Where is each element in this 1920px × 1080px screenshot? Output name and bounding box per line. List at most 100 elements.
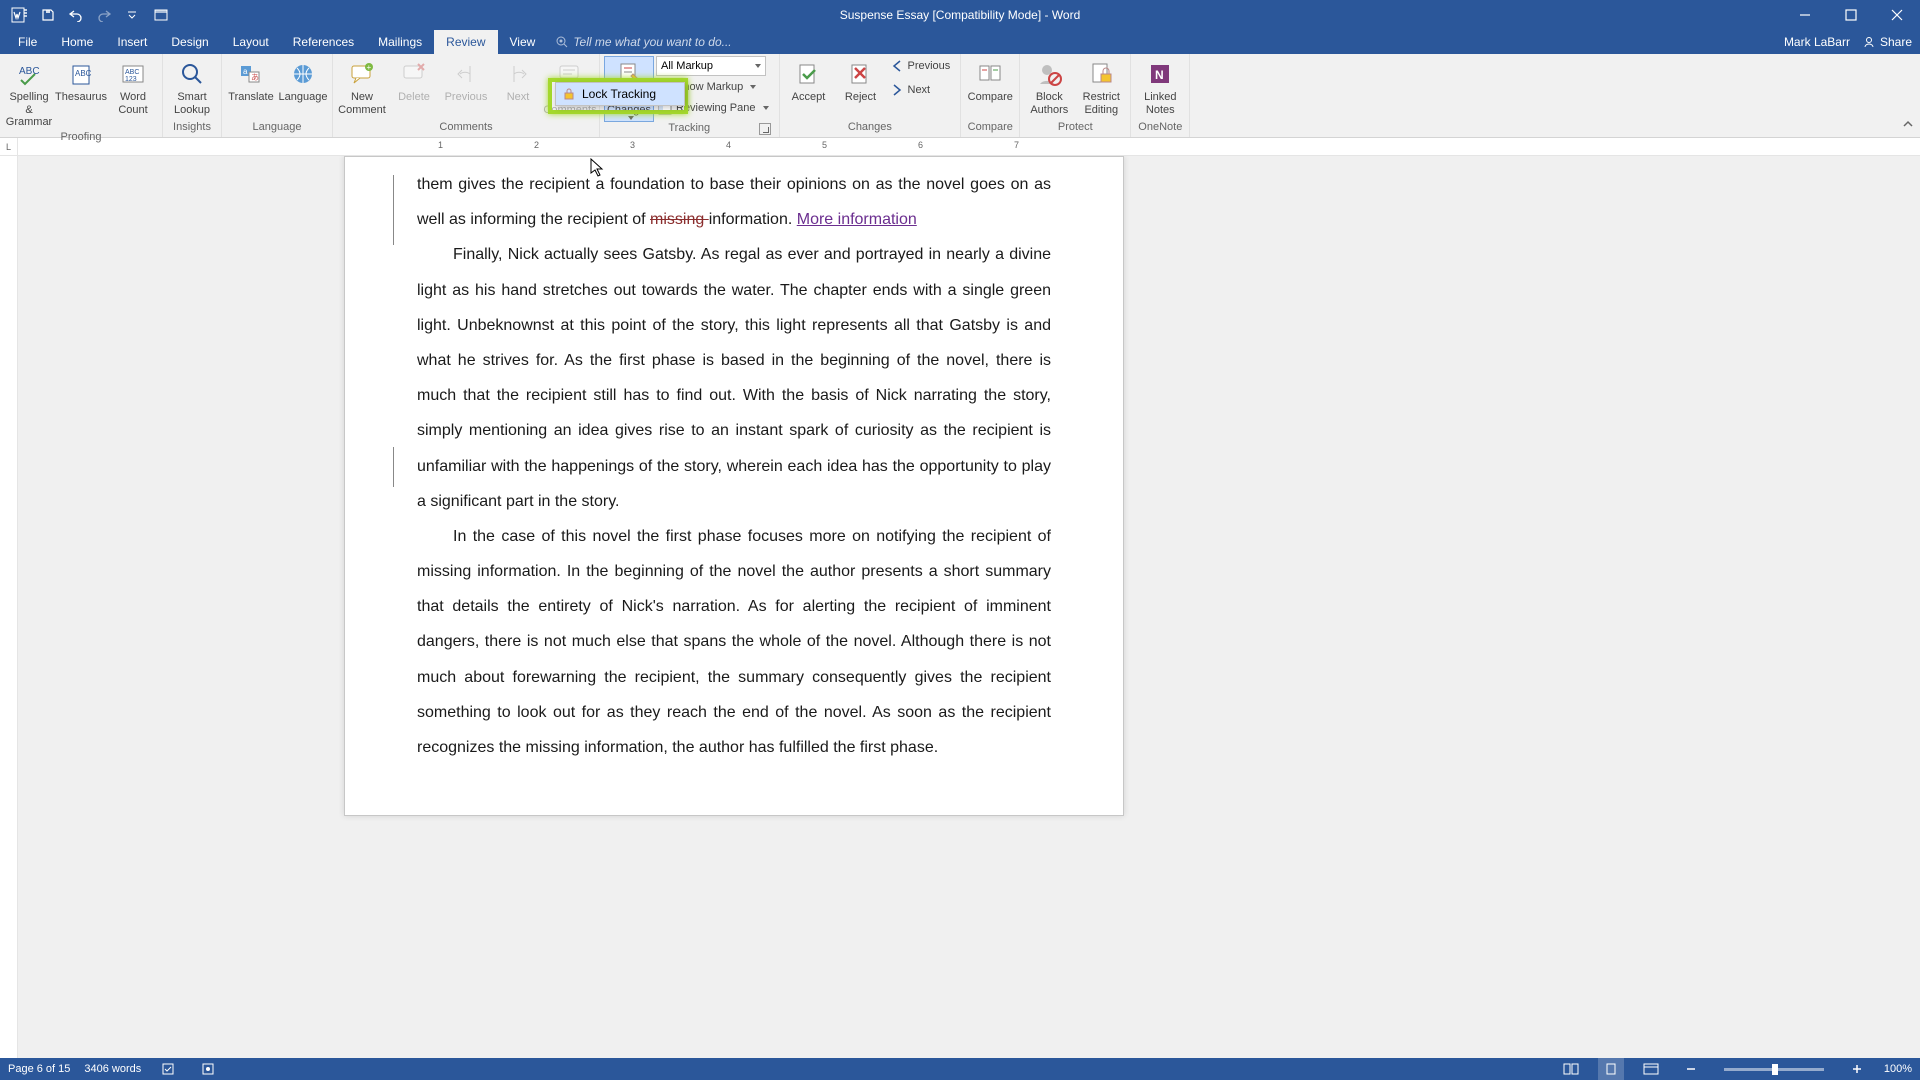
print-layout-button[interactable]: [1598, 1058, 1624, 1080]
word-count-button[interactable]: ABC123 Word Count: [108, 56, 158, 118]
tell-me-input[interactable]: [573, 35, 773, 49]
spellcheck-icon: ABC: [15, 58, 43, 90]
paragraph[interactable]: them gives the recipient a foundation to…: [417, 167, 1051, 237]
maximize-button[interactable]: [1828, 0, 1874, 30]
macro-status-icon[interactable]: [195, 1058, 221, 1080]
translate-button[interactable]: aあ Translate: [226, 56, 276, 106]
group-label-comments: Comments: [337, 121, 595, 137]
new-comment-icon: +: [348, 58, 376, 90]
compare-icon: [976, 58, 1004, 90]
tab-file[interactable]: File: [6, 30, 49, 54]
delete-comment-icon: [400, 58, 428, 90]
thesaurus-button[interactable]: ABC Thesaurus: [56, 56, 106, 106]
svg-text:ABC: ABC: [19, 66, 40, 77]
vertical-ruler[interactable]: [0, 156, 18, 1058]
previous-comment-icon: [454, 58, 478, 90]
markup-mode-select[interactable]: All Markup: [656, 56, 766, 76]
user-name[interactable]: Mark LaBarr: [1784, 35, 1850, 49]
hyperlink-more-information[interactable]: More information: [797, 211, 917, 228]
group-label-tracking: Tracking: [604, 122, 775, 137]
previous-comment-button: Previous: [441, 56, 491, 106]
chevron-down-icon: [755, 64, 761, 68]
status-page[interactable]: Page 6 of 15: [8, 1063, 70, 1075]
svg-text:ABC: ABC: [125, 69, 139, 76]
menu-item-lock-tracking[interactable]: Lock Tracking: [556, 83, 684, 105]
undo-icon[interactable]: [64, 3, 88, 27]
share-button[interactable]: Share: [1862, 35, 1912, 49]
tab-design[interactable]: Design: [159, 30, 220, 54]
next-comment-icon: [506, 58, 530, 90]
translate-icon: aあ: [237, 58, 265, 90]
read-mode-button[interactable]: [1558, 1058, 1584, 1080]
chevron-down-icon: [750, 85, 756, 89]
tab-view[interactable]: View: [498, 30, 548, 54]
compare-button[interactable]: Compare: [965, 56, 1015, 106]
zoom-out-button[interactable]: [1678, 1058, 1704, 1080]
next-comment-button: Next: [493, 56, 543, 106]
chevron-down-icon: [763, 106, 769, 110]
spelling-grammar-button[interactable]: ABC Spelling & Grammar: [4, 56, 54, 131]
reject-icon: [847, 58, 875, 90]
next-icon: [890, 83, 904, 97]
paragraph[interactable]: Finally, Nick actually sees Gatsby. As r…: [417, 237, 1051, 519]
language-button[interactable]: Language: [278, 56, 328, 106]
restrict-editing-icon: [1087, 58, 1115, 90]
tab-home[interactable]: Home: [49, 30, 105, 54]
revision-mark: [393, 175, 394, 245]
redo-icon[interactable]: [92, 3, 116, 27]
window-title: Suspense Essay [Compatibility Mode] - Wo…: [840, 8, 1081, 22]
document-page[interactable]: them gives the recipient a foundation to…: [344, 156, 1124, 816]
tracking-dialog-launcher[interactable]: [759, 123, 771, 135]
group-label-protect: Protect: [1024, 121, 1126, 137]
minimize-button[interactable]: [1782, 0, 1828, 30]
tab-insert[interactable]: Insert: [105, 30, 159, 54]
group-label-changes: Changes: [784, 121, 957, 137]
block-authors-icon: [1035, 58, 1063, 90]
horizontal-ruler[interactable]: 1 2 3 4 5 6 7: [18, 138, 1920, 155]
word-icon[interactable]: [8, 3, 32, 27]
svg-text:+: +: [367, 63, 372, 72]
close-button[interactable]: [1874, 0, 1920, 30]
reject-button[interactable]: Reject: [836, 56, 886, 106]
thesaurus-icon: ABC: [67, 58, 95, 90]
zoom-slider-thumb[interactable]: [1772, 1064, 1778, 1075]
group-label-insights: Insights: [167, 121, 217, 137]
tab-references[interactable]: References: [281, 30, 366, 54]
linked-notes-button[interactable]: N Linked Notes: [1135, 56, 1185, 118]
new-comment-button[interactable]: + New Comment: [337, 56, 387, 118]
smart-lookup-button[interactable]: Smart Lookup: [167, 56, 217, 118]
word-count-icon: ABC123: [119, 58, 147, 90]
paragraph[interactable]: In the case of this novel the first phas…: [417, 519, 1051, 765]
next-change-button[interactable]: Next: [888, 80, 957, 100]
track-changes-menu: Lock Tracking: [555, 82, 685, 106]
svg-text:N: N: [1155, 68, 1164, 82]
svg-text:a: a: [243, 67, 248, 76]
tab-layout[interactable]: Layout: [221, 30, 281, 54]
svg-text:あ: あ: [251, 73, 259, 82]
zoom-level[interactable]: 100%: [1884, 1063, 1912, 1075]
group-label-onenote: OneNote: [1135, 121, 1185, 137]
status-word-count[interactable]: 3406 words: [84, 1063, 141, 1075]
block-authors-button[interactable]: Block Authors: [1024, 56, 1074, 118]
previous-change-button[interactable]: Previous: [888, 56, 957, 76]
accept-button[interactable]: Accept: [784, 56, 834, 106]
zoom-slider[interactable]: [1724, 1068, 1824, 1071]
previous-icon: [890, 59, 904, 73]
spell-check-status-icon[interactable]: [155, 1058, 181, 1080]
qat-customize-icon[interactable]: [120, 3, 144, 27]
collapse-ribbon-icon[interactable]: [1902, 118, 1914, 133]
tell-me-search[interactable]: [547, 30, 773, 54]
restrict-editing-button[interactable]: Restrict Editing: [1076, 56, 1126, 118]
save-icon[interactable]: [36, 3, 60, 27]
group-label-compare: Compare: [965, 121, 1015, 137]
revision-mark: [393, 447, 394, 487]
svg-text:ABC: ABC: [75, 69, 92, 78]
web-layout-button[interactable]: [1638, 1058, 1664, 1080]
group-label-language: Language: [226, 121, 328, 137]
accept-icon: [795, 58, 823, 90]
ribbon-display-options-icon[interactable]: [144, 0, 178, 30]
tab-review[interactable]: Review: [434, 30, 497, 54]
chevron-down-icon: [628, 116, 634, 120]
tab-mailings[interactable]: Mailings: [366, 30, 434, 54]
zoom-in-button[interactable]: [1844, 1058, 1870, 1080]
